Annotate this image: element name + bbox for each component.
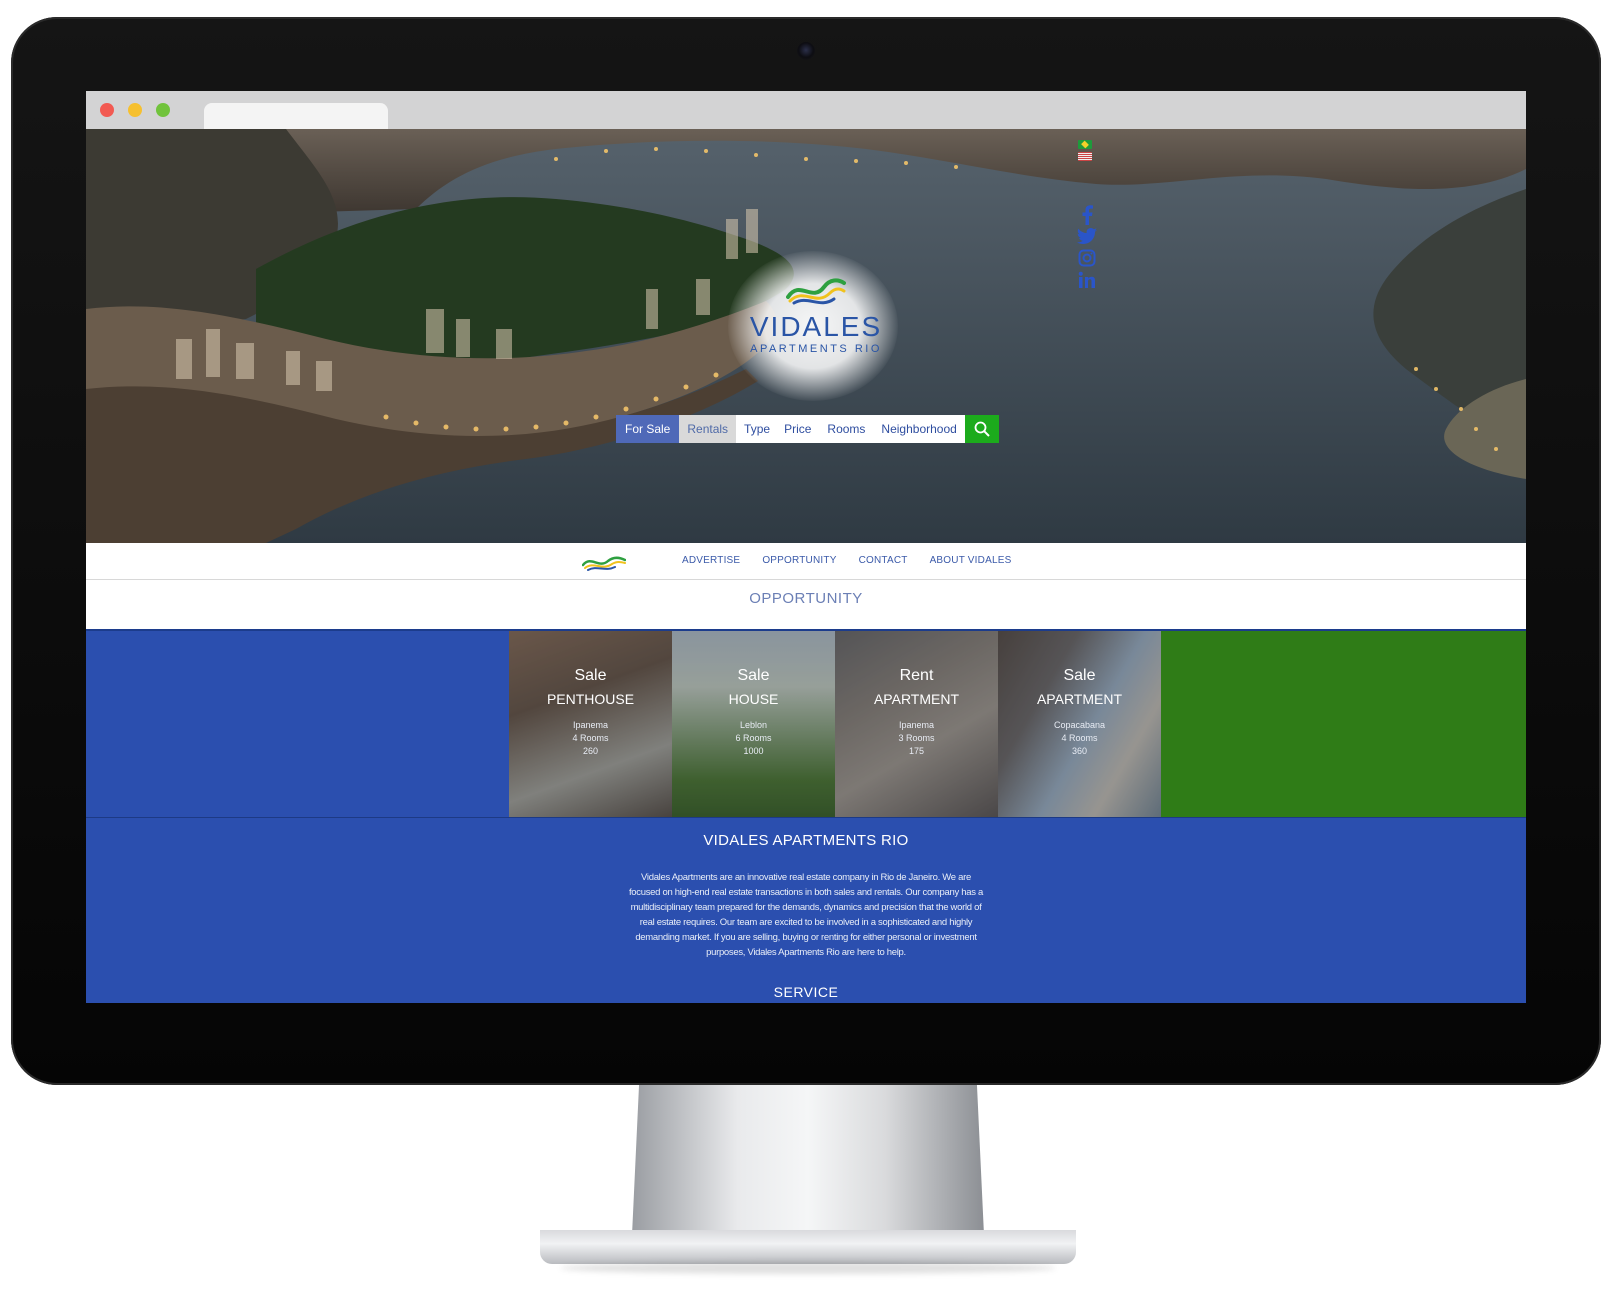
about-title: VIDALES APARTMENTS RIO	[703, 832, 909, 849]
instagram-icon[interactable]	[1076, 249, 1098, 271]
search-icon	[974, 421, 990, 437]
green-panel	[1156, 631, 1526, 817]
monitor-stand	[632, 1085, 984, 1235]
listing-area: 360	[1071, 746, 1088, 756]
hero-banner: VIDALES APARTMENTS RIO For Sale Rentals …	[86, 129, 1526, 543]
browser-titlebar	[86, 91, 1526, 129]
for-sale-tab[interactable]: For Sale	[616, 415, 680, 443]
listing-kind: APARTMENT	[873, 691, 960, 707]
search-button[interactable]	[964, 415, 999, 443]
service-heading: SERVICE	[773, 984, 839, 1000]
listing-rooms: 3 Rooms	[898, 733, 935, 743]
neighborhood-select[interactable]: Neighborhood	[873, 415, 965, 443]
opportunity-listings: Sale PENTHOUSE Ipanema 4 Rooms 260 Sale …	[86, 629, 1526, 817]
listing-deal: Sale	[737, 667, 770, 684]
property-search-bar: For Sale Rentals Type Price Rooms Neighb…	[616, 415, 999, 443]
listing-area: 1000	[743, 746, 764, 756]
listing-deal: Sale	[574, 667, 607, 684]
listing-card[interactable]: Sale HOUSE Leblon 6 Rooms 1000	[672, 631, 835, 817]
nav-advertise[interactable]: ADVERTISE	[682, 555, 740, 566]
nav-about[interactable]: ABOUT VIDALES	[930, 555, 1012, 566]
about-text: Vidales Apartments are an innovative rea…	[628, 872, 984, 958]
minimize-window-button[interactable]	[128, 103, 142, 117]
nav-contact[interactable]: CONTACT	[859, 555, 908, 566]
monitor-stand-base	[540, 1230, 1076, 1264]
linkedin-icon[interactable]	[1076, 271, 1098, 293]
type-select[interactable]: Type	[736, 415, 777, 443]
price-select[interactable]: Price	[776, 415, 820, 443]
twitter-icon[interactable]	[1076, 227, 1098, 249]
listing-area: 175	[908, 746, 925, 756]
listing-neighborhood: Copacabana	[1053, 720, 1106, 730]
rentals-tab[interactable]: Rentals	[679, 415, 737, 443]
listing-kind: PENTHOUSE	[546, 691, 635, 707]
listing-rooms: 6 Rooms	[735, 733, 772, 743]
opportunity-heading: OPPORTUNITY	[749, 590, 863, 607]
language-switcher	[1078, 140, 1092, 164]
main-nav: ADVERTISE OPPORTUNITY CONTACT ABOUT VIDA…	[86, 543, 1526, 580]
social-links	[1076, 205, 1098, 293]
nav-logo-icon[interactable]	[582, 553, 626, 571]
browser-window: VIDALES APARTMENTS RIO For Sale Rentals …	[86, 91, 1526, 1003]
logo-subtitle: APARTMENTS RIO	[750, 343, 882, 355]
listing-deal: Sale	[1063, 667, 1096, 684]
close-window-button[interactable]	[100, 103, 114, 117]
us-flag-icon[interactable]	[1078, 152, 1092, 161]
listing-kind: APARTMENT	[1036, 691, 1123, 707]
listing-card[interactable]: Sale PENTHOUSE Ipanema 4 Rooms 260	[509, 631, 672, 817]
listing-area: 260	[582, 746, 599, 756]
listing-neighborhood: Ipanema	[898, 720, 935, 730]
listing-card[interactable]: Rent APARTMENT Ipanema 3 Rooms 175	[835, 631, 998, 817]
listing-card[interactable]: Sale APARTMENT Copacabana 4 Rooms 360	[998, 631, 1161, 817]
facebook-icon[interactable]	[1076, 205, 1098, 227]
vidales-logo-icon	[786, 278, 846, 305]
rooms-select[interactable]: Rooms	[819, 415, 874, 443]
logo-title: VIDALES	[749, 311, 883, 342]
webcam-icon	[797, 42, 815, 60]
listing-rooms: 4 Rooms	[1061, 733, 1098, 743]
nav-opportunity[interactable]: OPPORTUNITY	[762, 555, 836, 566]
listing-rooms: 4 Rooms	[572, 733, 609, 743]
browser-tab[interactable]	[204, 103, 388, 129]
maximize-window-button[interactable]	[156, 103, 170, 117]
stand-shadow	[560, 1262, 1056, 1274]
brazil-flag-icon[interactable]	[1078, 140, 1092, 149]
listing-deal: Rent	[899, 667, 934, 684]
listing-kind: HOUSE	[728, 691, 779, 707]
about-section: VIDALES APARTMENTS RIO Vidales Apartment…	[86, 817, 1526, 1003]
listing-neighborhood: Ipanema	[572, 720, 609, 730]
listing-neighborhood: Leblon	[739, 720, 768, 730]
